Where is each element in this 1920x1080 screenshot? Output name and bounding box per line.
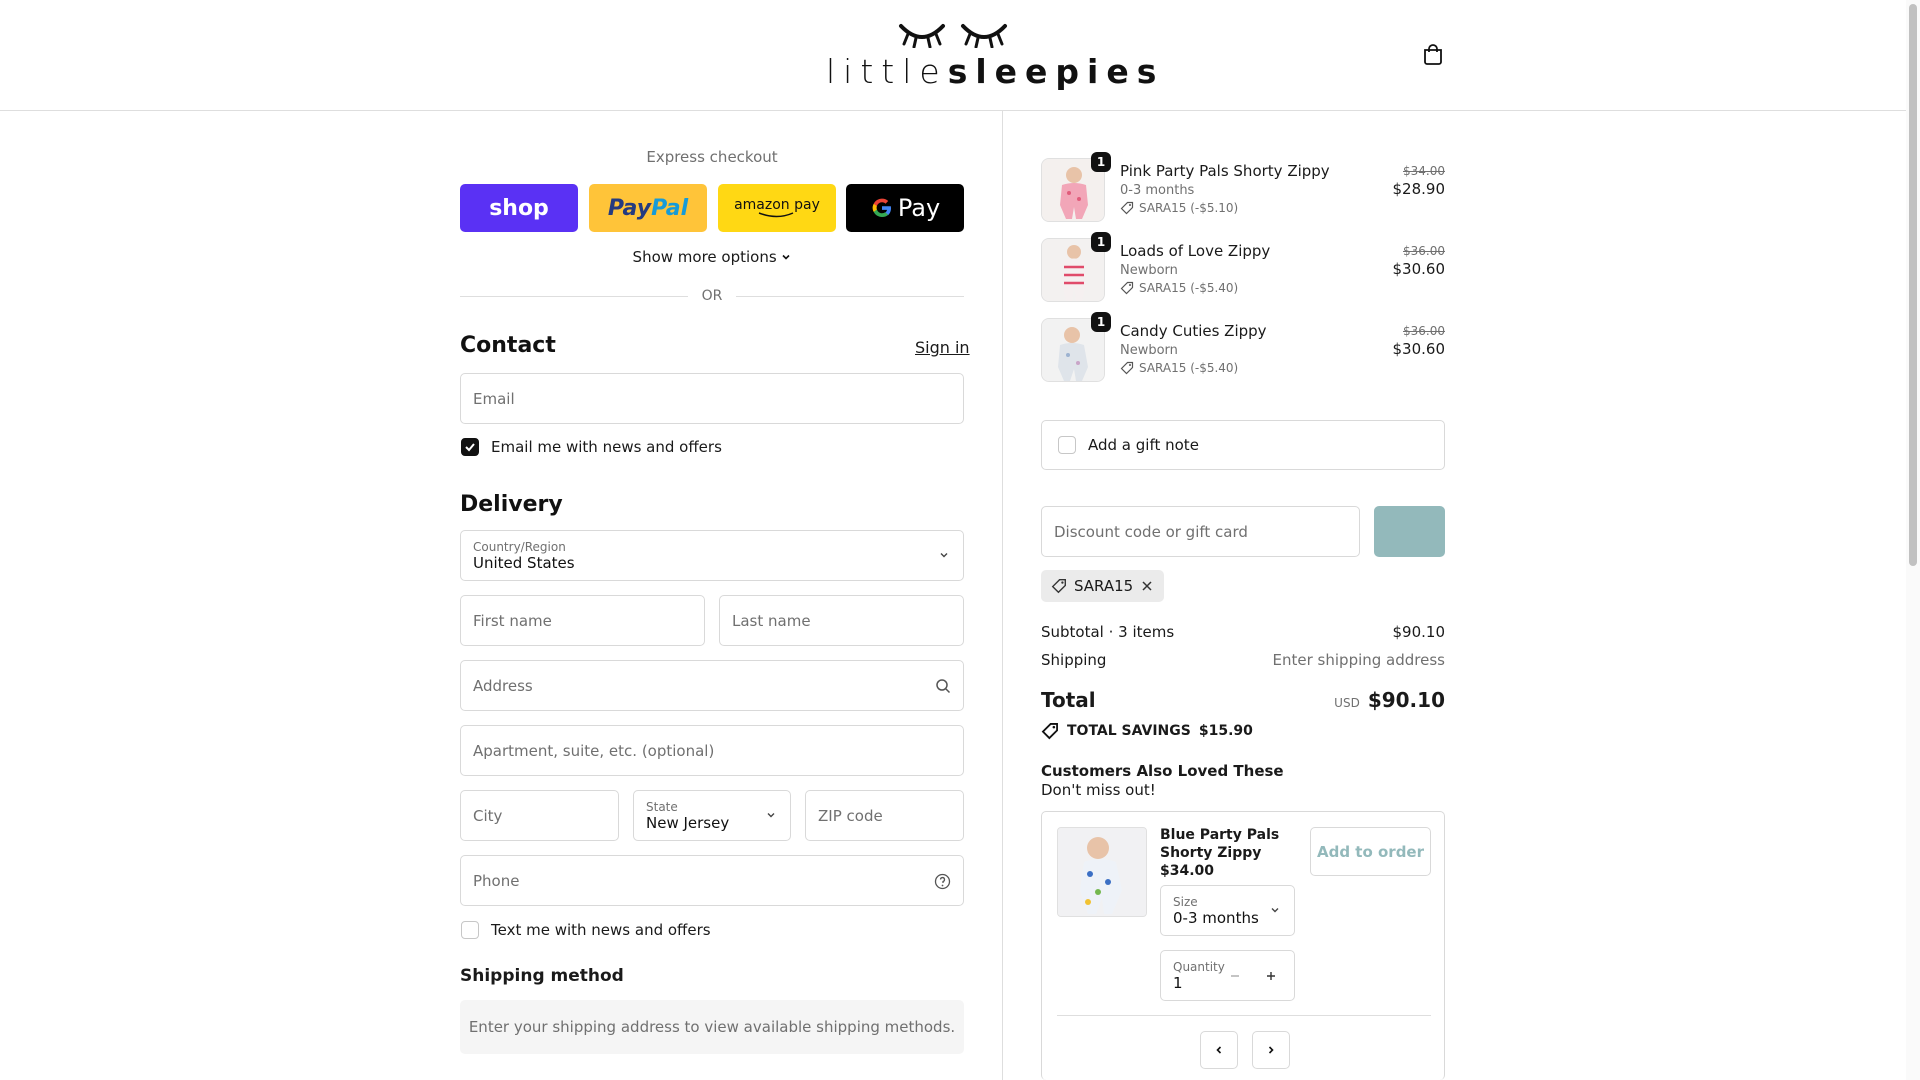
cart-item: 1 Pink Party Pals Shorty Zippy 0-3 month… bbox=[1041, 152, 1446, 228]
delivery-heading: Delivery bbox=[460, 492, 563, 517]
gift-note-option[interactable]: Add a gift note bbox=[1041, 420, 1445, 470]
item-name: Candy Cuties Zippy bbox=[1120, 322, 1267, 340]
item-original-price: $36.00 bbox=[1403, 244, 1445, 258]
sign-in-link[interactable]: Sign in bbox=[915, 338, 970, 357]
paypal-button[interactable]: Pay Pal bbox=[589, 184, 707, 232]
item-price: $30.60 bbox=[1392, 260, 1446, 278]
plus-icon[interactable] bbox=[1265, 970, 1277, 982]
item-variant: Newborn bbox=[1120, 263, 1178, 278]
state-select[interactable]: State New Jersey bbox=[633, 790, 791, 841]
brand-wordmark: littlesleepies bbox=[826, 52, 1165, 91]
upsell-product-price: $34.00 bbox=[1160, 863, 1215, 879]
upsell-divider bbox=[1057, 1015, 1431, 1016]
shop-pay-button[interactable]: shop bbox=[460, 184, 578, 232]
upsell-product-image bbox=[1057, 827, 1147, 917]
sleepy-eyes-icon bbox=[826, 18, 1080, 52]
text-news-checkbox[interactable] bbox=[461, 921, 479, 939]
text-news-label: Text me with news and offers bbox=[491, 921, 711, 939]
upsell-title: Customers Also Loved These bbox=[1041, 762, 1284, 780]
item-discount: SARA15 (-$5.40) bbox=[1120, 281, 1238, 295]
close-icon[interactable] bbox=[1140, 579, 1154, 593]
contact-heading: Contact bbox=[460, 333, 556, 358]
total-savings: TOTAL SAVINGS $15.90 bbox=[1041, 722, 1253, 740]
or-divider: OR bbox=[460, 286, 964, 306]
shopping-bag-icon[interactable] bbox=[1422, 43, 1444, 65]
amazon-smile-icon bbox=[758, 212, 794, 218]
amazon-pay-button[interactable]: amazon pay bbox=[718, 184, 836, 232]
previous-product-button[interactable] bbox=[1200, 1031, 1238, 1069]
email-news-checkbox[interactable] bbox=[461, 438, 479, 456]
item-original-price: $34.00 bbox=[1403, 164, 1445, 178]
discount-code-input[interactable]: Discount code or gift card bbox=[1041, 506, 1360, 557]
apply-discount-button[interactable] bbox=[1374, 506, 1445, 557]
chevron-down-icon bbox=[1271, 908, 1279, 913]
apartment-field[interactable]: Apartment, suite, etc. (optional) bbox=[460, 725, 964, 776]
chevron-down-icon bbox=[767, 813, 775, 818]
brand-logo[interactable]: littlesleepies bbox=[826, 18, 1165, 94]
chevron-down-icon bbox=[940, 553, 948, 558]
quantity-badge: 1 bbox=[1091, 232, 1111, 252]
upsell-product-name: Blue Party Pals Shorty Zippy bbox=[1160, 827, 1280, 861]
tag-icon bbox=[1120, 361, 1134, 375]
search-icon bbox=[936, 679, 951, 694]
express-checkout-title: Express checkout bbox=[646, 148, 778, 166]
gift-note-checkbox[interactable] bbox=[1058, 436, 1076, 454]
subtotal-row: Subtotal · 3 items $90.10 bbox=[1041, 623, 1445, 641]
item-name: Pink Party Pals Shorty Zippy bbox=[1120, 162, 1330, 180]
next-product-button[interactable] bbox=[1252, 1031, 1290, 1069]
item-price: $30.60 bbox=[1392, 340, 1446, 358]
shipping-methods-notice: Enter your shipping address to view avai… bbox=[460, 1000, 964, 1054]
minus-icon[interactable] bbox=[1229, 970, 1241, 982]
shipping-method-heading: Shipping method bbox=[460, 966, 624, 986]
google-g-icon bbox=[872, 198, 891, 217]
page-scrollbar[interactable] bbox=[1906, 0, 1920, 1080]
item-discount: SARA15 (-$5.40) bbox=[1120, 361, 1238, 375]
phone-field[interactable]: Phone bbox=[460, 855, 964, 906]
tag-icon bbox=[1051, 579, 1066, 594]
add-to-order-button[interactable]: Add to order bbox=[1310, 827, 1431, 876]
site-header: littlesleepies bbox=[0, 0, 1920, 111]
zip-code-field[interactable]: ZIP code bbox=[805, 790, 964, 841]
item-original-price: $36.00 bbox=[1403, 324, 1445, 338]
quantity-badge: 1 bbox=[1091, 312, 1111, 332]
text-news-option[interactable]: Text me with news and offers bbox=[461, 921, 711, 939]
first-name-field[interactable]: First name bbox=[460, 595, 705, 646]
checkmark-icon bbox=[465, 443, 475, 452]
tag-icon bbox=[1120, 281, 1134, 295]
item-variant: Newborn bbox=[1120, 343, 1178, 358]
chevron-right-icon bbox=[1268, 1046, 1274, 1054]
item-variant: 0-3 months bbox=[1120, 183, 1195, 198]
cart-item: 1 Candy Cuties Zippy Newborn SARA15 (-$5… bbox=[1041, 312, 1446, 388]
upsell-subtitle: Don't miss out! bbox=[1041, 781, 1156, 799]
item-discount: SARA15 (-$5.10) bbox=[1120, 201, 1238, 215]
address-field[interactable]: Address bbox=[460, 660, 964, 711]
email-field[interactable]: Email bbox=[460, 373, 964, 424]
applied-code-label: SARA15 bbox=[1074, 577, 1134, 595]
cart-item: 1 Loads of Love Zippy Newborn SARA15 (-$… bbox=[1041, 232, 1446, 308]
applied-discount-chip: SARA15 bbox=[1041, 570, 1165, 602]
google-pay-button[interactable]: Pay bbox=[846, 184, 964, 232]
tag-icon bbox=[1120, 201, 1134, 215]
chevron-down-icon bbox=[782, 254, 791, 260]
country-select[interactable]: Country/Region United States bbox=[460, 530, 964, 581]
quantity-badge: 1 bbox=[1091, 152, 1111, 172]
last-name-field[interactable]: Last name bbox=[719, 595, 964, 646]
chevron-left-icon bbox=[1216, 1046, 1222, 1054]
total-row: Total USD $90.10 bbox=[1041, 688, 1445, 712]
email-news-label: Email me with news and offers bbox=[491, 438, 722, 456]
city-field[interactable]: City bbox=[460, 790, 619, 841]
item-name: Loads of Love Zippy bbox=[1120, 242, 1271, 260]
shipping-row: Shipping Enter shipping address bbox=[1041, 651, 1445, 669]
savings-tag-icon bbox=[1041, 723, 1058, 740]
email-news-option[interactable]: Email me with news and offers bbox=[461, 438, 722, 456]
show-more-options-button[interactable]: Show more options bbox=[460, 248, 964, 266]
scrollbar-thumb[interactable] bbox=[1909, 4, 1917, 566]
upsell-size-select[interactable]: Size 0-3 months bbox=[1160, 885, 1295, 936]
upsell-card: Blue Party Pals Shorty Zippy $34.00 Add … bbox=[1041, 811, 1445, 1080]
help-circle-icon[interactable] bbox=[934, 873, 951, 890]
upsell-quantity-stepper[interactable]: Quantity 1 bbox=[1160, 950, 1295, 1001]
column-divider bbox=[1002, 111, 1003, 1080]
gift-note-label: Add a gift note bbox=[1088, 436, 1199, 454]
item-price: $28.90 bbox=[1392, 180, 1446, 198]
